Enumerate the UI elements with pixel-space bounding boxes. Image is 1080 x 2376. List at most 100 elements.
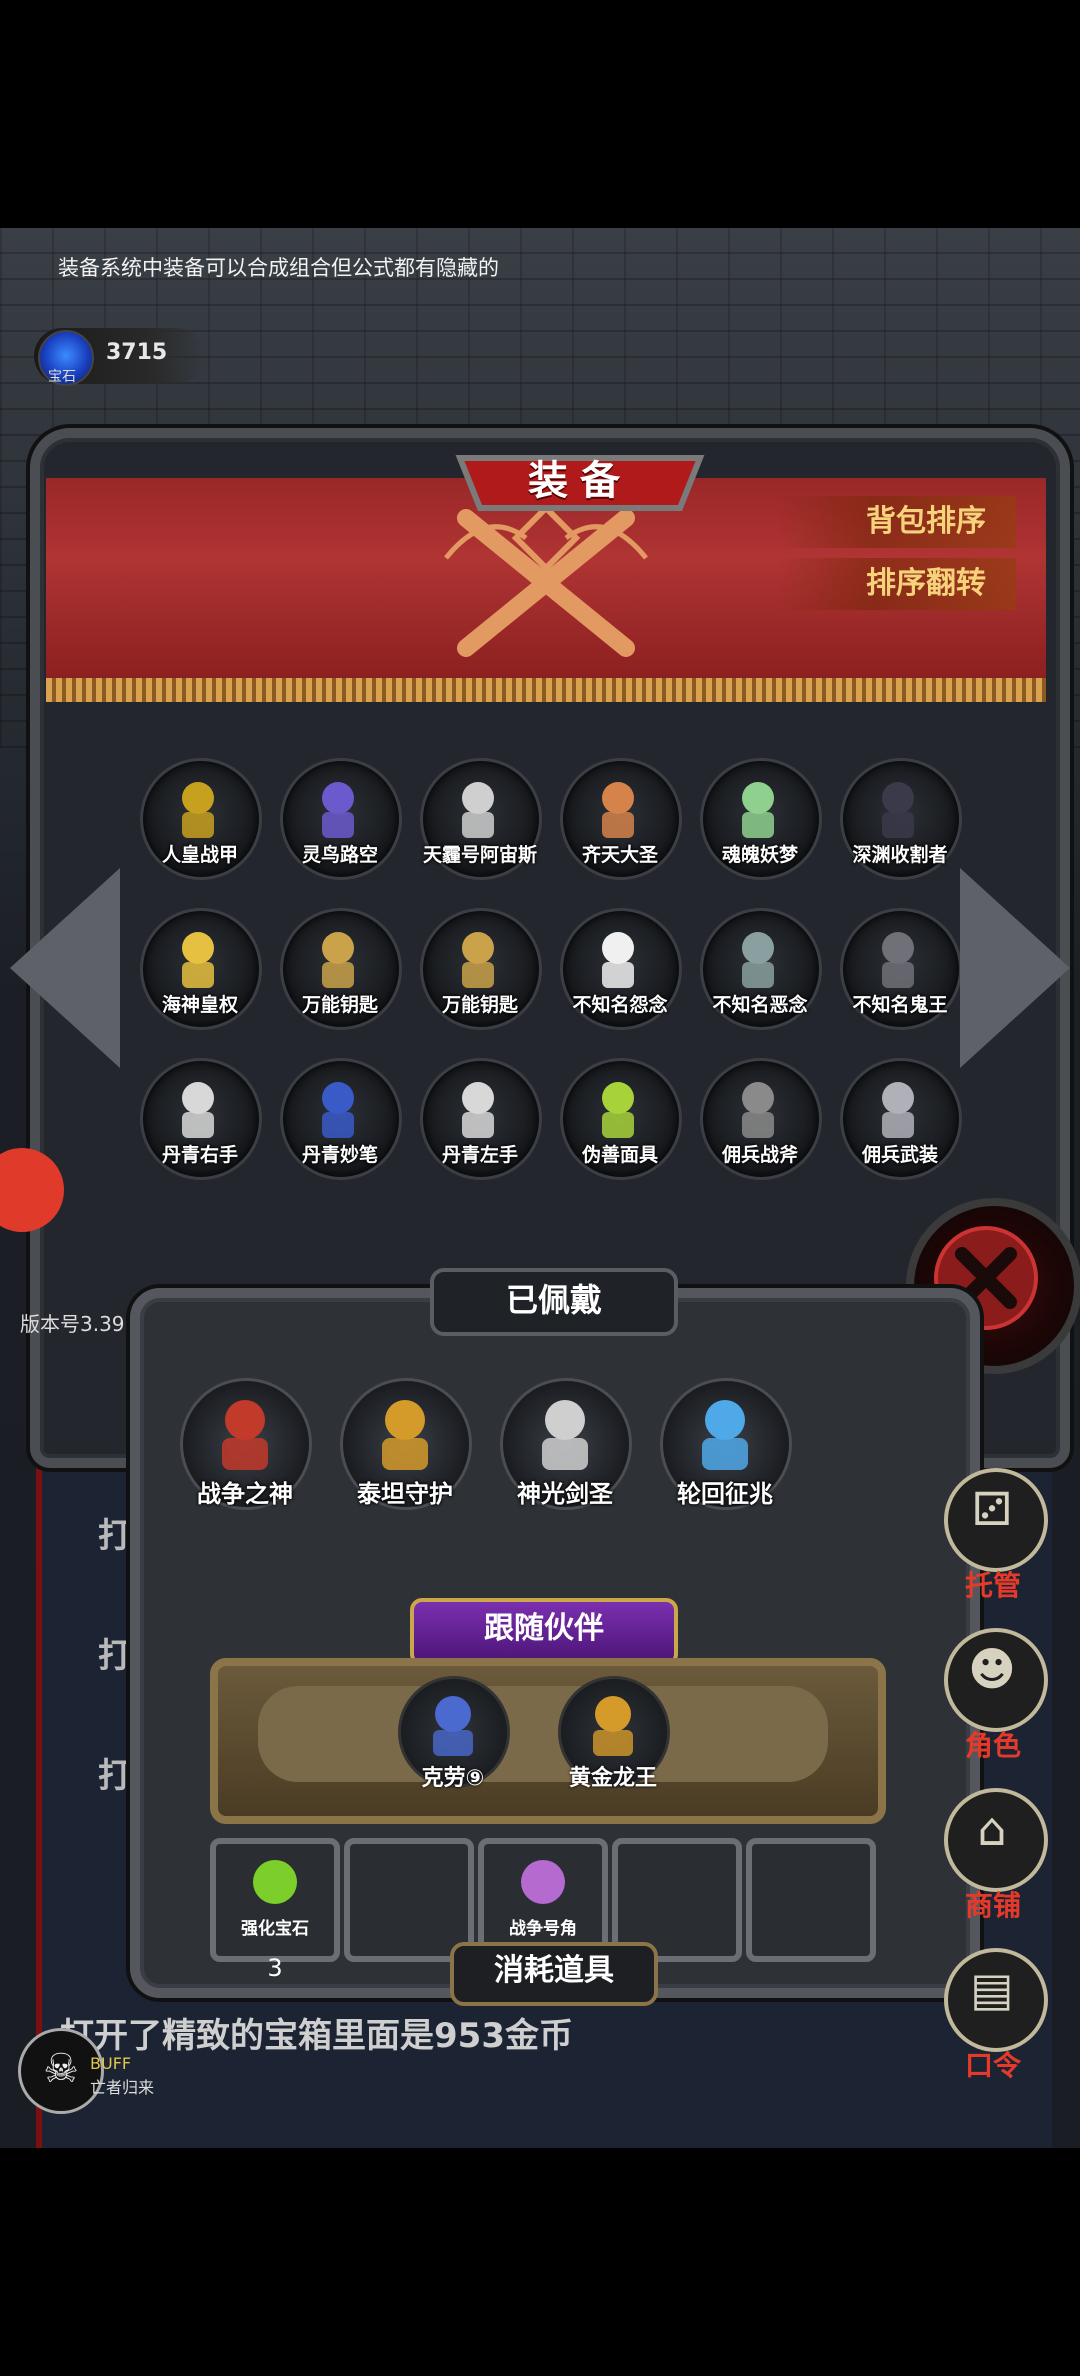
horn-icon <box>521 1860 565 1904</box>
side-menu-label: 商铺 <box>964 1889 1021 1922</box>
equipment-slot[interactable]: 不知名鬼王 <box>840 908 962 1030</box>
consumable-slot[interactable] <box>746 1838 876 1962</box>
mech-icon <box>462 782 494 838</box>
key-icon <box>322 932 354 988</box>
hood-icon: ☻ <box>968 1642 1016 1696</box>
side-menu-label: 托管 <box>964 1569 1021 1602</box>
side-menu-button[interactable]: ☻ 角色 <box>944 1628 1048 1778</box>
equipment-label: 丹青右手 <box>161 1144 238 1166</box>
consumable-slot[interactable]: 强化宝石 3 <box>210 1838 340 1982</box>
equipment-slot[interactable]: 灵鸟路空 <box>280 758 402 880</box>
equipment-label: 灵鸟路空 <box>301 844 378 866</box>
equipment-label: 深渊收割者 <box>852 844 948 866</box>
equipment-slot[interactable]: 人皇战甲 <box>140 758 262 880</box>
equipment-slot[interactable]: 万能钥匙 <box>420 908 542 1030</box>
equipment-slot[interactable]: 丹青妙笔 <box>280 1058 402 1180</box>
equipment-label: 齐天大圣 <box>581 844 658 866</box>
sword-saint-icon <box>542 1400 588 1470</box>
side-menu-button[interactable]: ▤ 口令 <box>944 1948 1048 2098</box>
equipment-label: 魂魄妖梦 <box>721 844 798 866</box>
axe-icon <box>742 1082 774 1138</box>
worn-equipment-label: 神光剑圣 <box>517 1480 613 1508</box>
panel-title: 装备 <box>528 458 632 504</box>
reverse-sort-button[interactable]: 排序翻转 <box>776 558 1016 610</box>
equipment-slot[interactable]: 深渊收割者 <box>840 758 962 880</box>
equipment-label: 丹青左手 <box>441 1144 518 1166</box>
equipment-slot[interactable]: 海神皇权 <box>140 908 262 1030</box>
equipment-slot[interactable]: 齐天大圣 <box>560 758 682 880</box>
titan-icon <box>382 1400 428 1470</box>
bag-sort-button[interactable]: 背包排序 <box>776 496 1016 548</box>
equipment-label: 佣兵战斧 <box>721 1144 798 1166</box>
demon-icon <box>882 932 914 988</box>
buff-sub-label: 亡者归来 <box>90 2078 155 2097</box>
side-menu-label: 角色 <box>964 1729 1021 1762</box>
buff-label: BUFF <box>90 2054 132 2073</box>
equipment-slot[interactable]: 佣兵战斧 <box>700 1058 822 1180</box>
equipment-label: 人皇战甲 <box>161 844 238 866</box>
shop-icon: ⌂ <box>977 1802 1007 1856</box>
worn-equipment-slot[interactable]: 泰坦守护 <box>340 1378 472 1510</box>
consumable-label: 战争号角 <box>509 1919 577 1939</box>
scroll-icon: ▤ <box>970 1962 1014 2016</box>
equipment-label: 不知名怨念 <box>572 994 668 1016</box>
equipment-label: 伪善面具 <box>581 1144 658 1166</box>
worn-equipment-slot[interactable]: 神光剑圣 <box>500 1378 632 1510</box>
companion-label: 黄金龙王 <box>568 1766 657 1791</box>
monkey-king-icon <box>602 782 634 838</box>
equipment-label: 万能钥匙 <box>301 994 378 1016</box>
side-menu-button[interactable]: ⌂ 商铺 <box>944 1788 1048 1938</box>
worn-equipment-label: 战争之神 <box>197 1480 293 1508</box>
equipment-label: 丹青妙笔 <box>301 1144 378 1166</box>
glove-icon <box>182 1082 214 1138</box>
dice-icon: ⚂ <box>972 1482 1012 1536</box>
companion-slot[interactable]: 克劳⑨ <box>398 1676 510 1791</box>
worn-panel: 已佩戴 战争之神 泰坦守护 神光剑圣 轮回征兆 跟随伙伴 克劳⑨ 黄金龙王 强化宝石 3 战… <box>130 1268 980 2006</box>
prev-page-arrow-icon[interactable] <box>10 868 120 1068</box>
currency-label: 宝石 <box>48 369 76 385</box>
worn-equipment-label: 轮回征兆 <box>677 1480 773 1508</box>
side-menu-button[interactable]: ⚂ 托管 <box>944 1468 1048 1618</box>
equipment-slot[interactable]: 天霾号阿宙斯 <box>420 758 542 880</box>
currency-count: 3715 <box>106 340 168 365</box>
worn-equipment-slot[interactable]: 轮回征兆 <box>660 1378 792 1510</box>
version-text: 版本号3.39 <box>20 1312 125 1336</box>
key-icon <box>462 932 494 988</box>
currency-bar: 3715 宝石 <box>34 328 204 386</box>
consumable-label: 强化宝石 <box>241 1919 309 1939</box>
companion-slot[interactable]: 黄金龙王 <box>558 1676 670 1791</box>
worn-equipment-slot[interactable]: 战争之神 <box>180 1378 312 1510</box>
equipment-slot[interactable]: 伪善面具 <box>560 1058 682 1180</box>
equipment-slot[interactable]: 丹青左手 <box>420 1058 542 1180</box>
equipment-label: 佣兵武装 <box>861 1144 938 1166</box>
reaper-icon <box>882 782 914 838</box>
equipment-label: 不知名鬼王 <box>852 994 948 1016</box>
equipment-slot[interactable]: 魂魄妖梦 <box>700 758 822 880</box>
companion-title: 跟随伙伴 <box>410 1598 678 1666</box>
bird-girl-icon <box>322 782 354 838</box>
equipment-slot[interactable]: 丹青右手 <box>140 1058 262 1180</box>
equipment-slot[interactable]: 不知名恶念 <box>700 908 822 1030</box>
equipment-label: 万能钥匙 <box>441 994 518 1016</box>
equipment-slot[interactable]: 不知名怨念 <box>560 908 682 1030</box>
equipment-label: 海神皇权 <box>161 994 238 1016</box>
banner-fringe <box>46 678 1046 702</box>
worn-equipment-label: 泰坦守护 <box>357 1480 453 1508</box>
staff-icon <box>702 1400 748 1470</box>
gem-icon <box>253 1860 297 1904</box>
ghost-icon <box>602 932 634 988</box>
spirit-icon <box>742 932 774 988</box>
equipment-label: 不知名恶念 <box>712 994 808 1016</box>
equipment-slot[interactable]: 佣兵武装 <box>840 1058 962 1180</box>
golden-armor-icon <box>182 932 214 988</box>
knight-armor-icon <box>182 782 214 838</box>
game-stage: 装备系统中装备可以合成组合但公式都有隐藏的 3715 宝石 打开 打开了 打开 … <box>0 228 1080 2148</box>
ghost-swordgirl-icon <box>742 782 774 838</box>
equipment-slot[interactable]: 万能钥匙 <box>280 908 402 1030</box>
consumable-slot[interactable] <box>344 1838 474 1962</box>
war-god-icon <box>222 1400 268 1470</box>
brush-icon <box>322 1082 354 1138</box>
claw-icon <box>433 1696 473 1756</box>
golden-dragon-icon <box>593 1696 633 1756</box>
next-page-arrow-icon[interactable] <box>960 868 1070 1068</box>
